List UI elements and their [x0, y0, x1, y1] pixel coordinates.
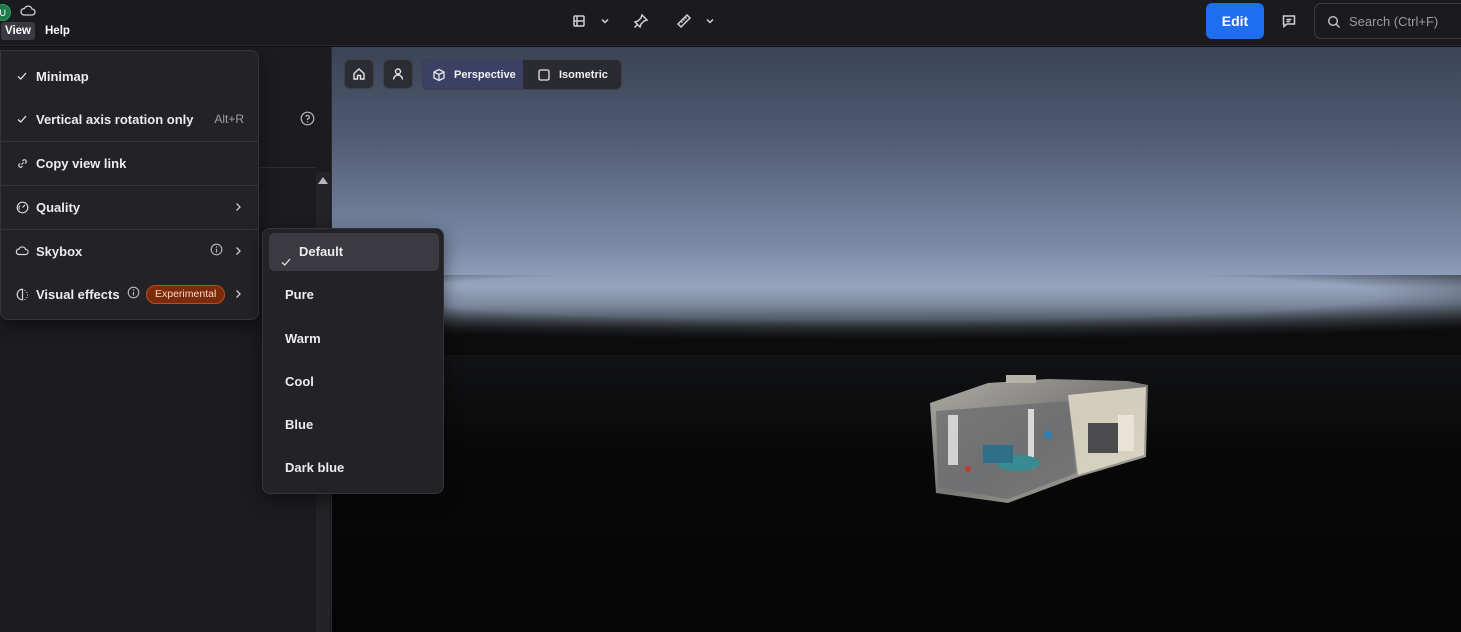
help-icon[interactable] — [300, 111, 315, 131]
pin-icon[interactable] — [630, 10, 652, 32]
user-icon — [392, 68, 404, 80]
isometric-button[interactable]: Isometric — [523, 60, 623, 89]
cube-icon — [433, 68, 445, 81]
square-icon — [538, 68, 550, 81]
menu-item-quality[interactable]: Quality — [1, 196, 258, 218]
chevron-down-icon[interactable] — [594, 10, 616, 32]
comment-icon[interactable] — [1278, 10, 1300, 32]
skybox-option-cool[interactable]: Cool — [269, 363, 439, 401]
horizon — [332, 275, 1461, 355]
isometric-label: Isometric — [559, 68, 608, 81]
top-bar: U View Help Edit Search (Ctrl+F) — [0, 0, 1461, 46]
skybox-option-label: Dark blue — [285, 460, 345, 475]
info-icon[interactable] — [210, 243, 223, 259]
measure-icon[interactable] — [673, 10, 695, 32]
perspective-button[interactable]: Perspective — [423, 60, 523, 89]
skybox-submenu: Default Pure Warm Cool Blue Dark blue — [262, 228, 444, 494]
menu-item-label: Quality — [36, 199, 81, 215]
menu-item-label: Vertical axis rotation only — [36, 111, 194, 127]
gauge-icon — [15, 200, 29, 214]
search-icon — [1327, 15, 1340, 28]
menu-separator — [1, 141, 258, 142]
check-icon — [15, 112, 29, 126]
home-button[interactable] — [344, 59, 374, 89]
menu-item-skybox[interactable]: Skybox — [1, 240, 258, 262]
menu-item-minimap[interactable]: Minimap — [1, 65, 258, 87]
chevron-right-icon — [234, 200, 242, 215]
menu-separator — [1, 185, 258, 186]
experimental-badge: Experimental — [146, 284, 226, 304]
skybox-option-warm[interactable]: Warm — [269, 320, 439, 358]
layers-icon[interactable] — [568, 10, 590, 32]
info-icon[interactable] — [127, 286, 140, 302]
chevron-right-icon — [234, 287, 242, 302]
check-icon — [15, 69, 29, 83]
divider — [258, 167, 316, 168]
shortcut-label: Alt+R — [214, 112, 244, 126]
skybox-option-blue[interactable]: Blue — [269, 406, 439, 444]
contrast-icon — [15, 287, 29, 301]
menu-item-visual-effects[interactable]: Visual effects Experimental — [1, 283, 258, 305]
menu-item-vertical-axis-rotation[interactable]: Vertical axis rotation only Alt+R — [1, 108, 258, 130]
skybox-option-label: Pure — [285, 287, 314, 302]
skybox-option-label: Warm — [285, 331, 321, 346]
cloud-sync-icon[interactable] — [20, 4, 38, 20]
edit-button[interactable]: Edit — [1206, 3, 1264, 39]
skybox-option-default[interactable]: Default — [269, 233, 439, 271]
menu-view[interactable]: View — [1, 22, 35, 40]
user-view-button[interactable] — [383, 59, 413, 89]
skybox-option-dark-blue[interactable]: Dark blue — [269, 449, 439, 487]
skybox-option-label: Cool — [285, 374, 314, 389]
search-placeholder: Search (Ctrl+F) — [1349, 14, 1439, 29]
menu-item-label: Copy view link — [36, 155, 127, 171]
search-box[interactable]: Search (Ctrl+F) — [1314, 3, 1461, 39]
link-icon — [15, 156, 29, 170]
chevron-right-icon — [234, 244, 242, 259]
menu-item-label: Skybox — [36, 243, 83, 259]
skybox-option-pure[interactable]: Pure — [269, 276, 439, 314]
menu-separator — [1, 229, 258, 230]
perspective-label: Perspective — [454, 68, 516, 81]
chevron-down-icon[interactable] — [699, 10, 721, 32]
view-menu: Minimap Vertical axis rotation only Alt+… — [0, 50, 259, 320]
3d-viewport[interactable] — [332, 47, 1461, 632]
menu-help[interactable]: Help — [45, 22, 70, 40]
menu-item-label: Visual effects — [36, 286, 120, 302]
menu-item-label: Minimap — [36, 68, 89, 84]
cloud-icon — [15, 244, 29, 258]
skybox-option-label: Default — [299, 244, 344, 259]
projection-toggle: Perspective Isometric — [422, 59, 622, 90]
scroll-up-arrow[interactable] — [318, 177, 328, 184]
menu-item-copy-view-link[interactable]: Copy view link — [1, 152, 258, 174]
home-icon — [353, 68, 365, 80]
point-cloud-model[interactable] — [928, 375, 1150, 505]
skybox-option-label: Blue — [285, 417, 314, 432]
user-avatar[interactable]: U — [0, 4, 11, 21]
